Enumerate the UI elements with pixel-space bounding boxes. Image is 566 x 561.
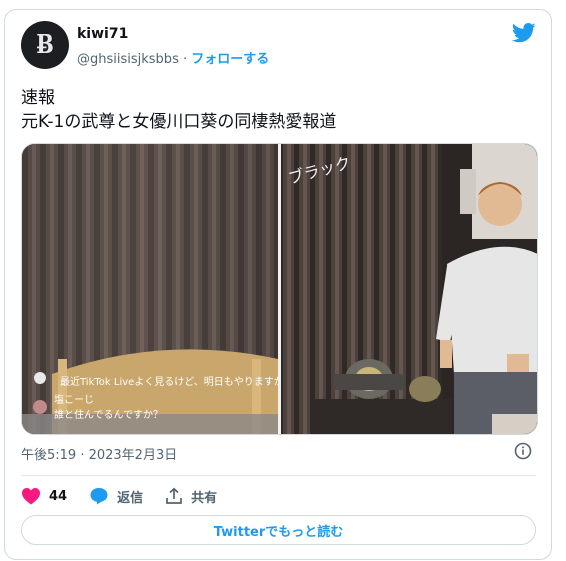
like-count: 44 <box>49 488 68 504</box>
reply-bubble-icon <box>90 488 108 505</box>
tweet-text-line-1: 速報 <box>21 88 55 108</box>
author-name[interactable]: kiwi71 <box>77 26 128 42</box>
heart-icon <box>22 488 40 505</box>
avatar-glyph: Ƀ <box>36 30 54 60</box>
tweet-text-line-2: 元K-1の武尊と女優川口葵の同棲熱愛報道 <box>21 112 337 132</box>
read-more-button[interactable]: Twitterでもっと読む <box>21 515 536 545</box>
share-label: 共有 <box>191 490 218 506</box>
author-handle[interactable]: @ghsiisisjksbbs <box>77 52 179 67</box>
overlay-comment-1: 最近TikTok Liveよく見るけど、明日もやりますか <box>60 375 284 388</box>
tweet-card: Ƀ kiwi71 @ghsiisisjksbbs · フォローする 速報 元K-… <box>4 9 552 560</box>
tweet-media[interactable]: 最近TikTok Liveよく見るけど、明日もやりますか 塩こーじ 誰と住んでる… <box>21 143 538 435</box>
action-bar: 44 返信 共有 <box>21 484 239 508</box>
share-button[interactable]: 共有 <box>165 487 217 506</box>
overlay-comment-user: 塩こーじ <box>54 393 94 406</box>
follow-button[interactable]: フォローする <box>191 52 269 67</box>
like-button[interactable]: 44 <box>21 487 67 505</box>
reply-label: 返信 <box>117 490 144 506</box>
handle-separator: · <box>182 52 188 67</box>
tweet-timestamp[interactable]: 午後5:19 · 2023年2月3日 <box>21 444 177 463</box>
reply-button[interactable]: 返信 <box>89 487 143 506</box>
divider <box>21 475 536 476</box>
twitter-bird-icon[interactable] <box>512 23 536 43</box>
overlay-comment-2: 誰と住んでるんですか？ <box>54 408 163 421</box>
media-image: 最近TikTok Liveよく見るけど、明日もやりますか 塩こーじ 誰と住んでる… <box>22 144 537 434</box>
info-icon[interactable] <box>514 442 532 460</box>
share-icon <box>166 487 182 504</box>
tweet-text: 速報 元K-1の武尊と女優川口葵の同棲熱愛報道 <box>21 86 336 134</box>
avatar[interactable]: Ƀ <box>21 21 69 69</box>
author-handle-row: @ghsiisisjksbbs · フォローする <box>77 48 269 67</box>
